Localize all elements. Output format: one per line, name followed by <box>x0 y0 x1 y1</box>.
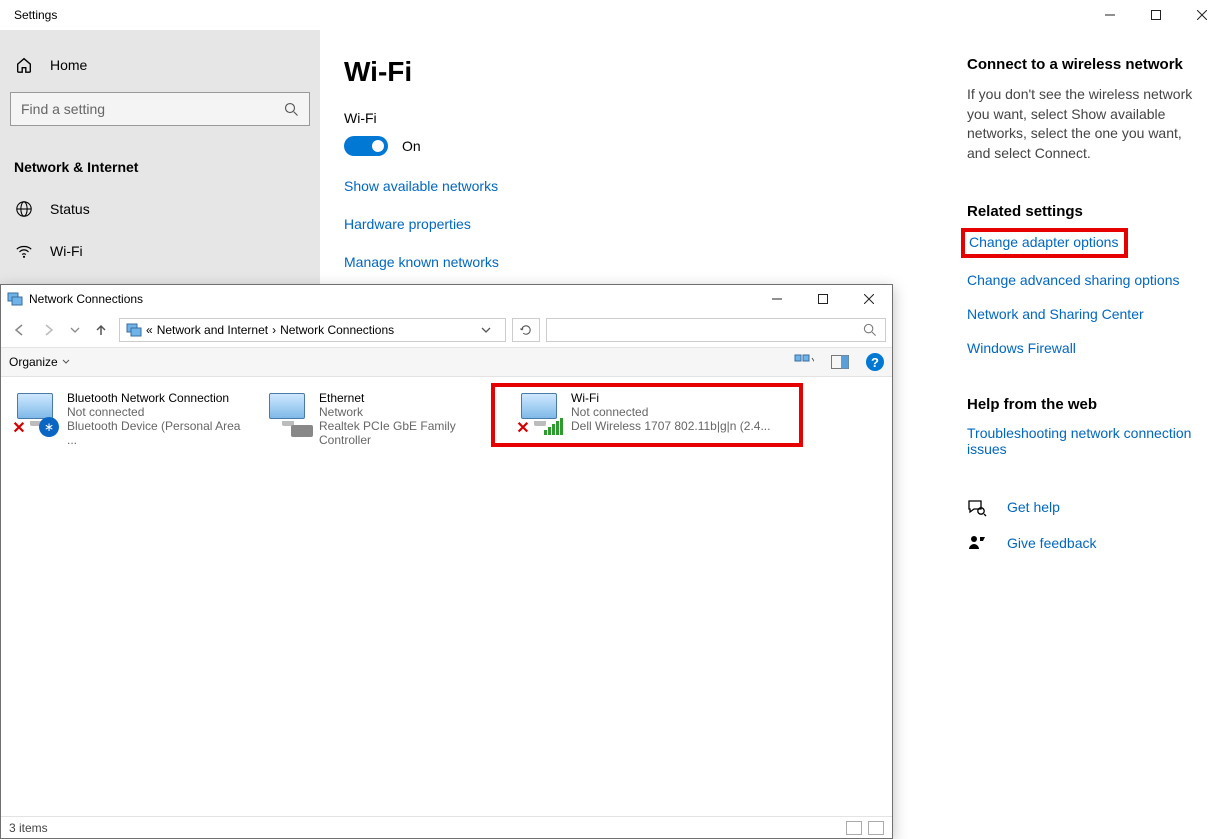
change-adapter-link[interactable]: Change adapter options <box>969 234 1118 250</box>
get-help-link[interactable]: Get help <box>1007 499 1060 515</box>
troubleshoot-link[interactable]: Troubleshooting network connection issue… <box>967 425 1209 457</box>
related-heading: Related settings <box>967 203 1209 220</box>
explorer-close-button[interactable] <box>846 285 892 313</box>
feedback-icon <box>967 533 987 553</box>
connection-device: Realtek PCIe GbE Family Controller <box>319 419 505 447</box>
explorer-app-icon <box>7 291 23 307</box>
manage-known-networks-link[interactable]: Manage known networks <box>344 254 967 270</box>
explorer-search-input[interactable] <box>546 318 886 342</box>
minimize-button[interactable] <box>1087 0 1133 30</box>
connection-name: Wi-Fi <box>571 391 770 405</box>
connection-device: Dell Wireless 1707 802.11b|g|n (2.4... <box>571 419 770 433</box>
large-icons-view-button[interactable] <box>868 821 884 835</box>
home-nav[interactable]: Home <box>0 44 320 86</box>
explorer-title-bar: Network Connections <box>1 285 892 313</box>
settings-title: Settings <box>14 8 57 22</box>
breadcrumb[interactable]: « Network and Internet › Network Connect… <box>119 318 506 342</box>
ethernet-connection-icon <box>263 391 313 437</box>
connection-name: Bluetooth Network Connection <box>67 391 253 405</box>
recent-dropdown[interactable] <box>67 318 83 342</box>
connection-item-ethernet[interactable]: Ethernet Network Realtek PCIe GbE Family… <box>259 387 509 451</box>
category-heading: Network & Internet <box>0 146 320 188</box>
explorer-body: ✕ ∗ Bluetooth Network Connection Not con… <box>1 377 892 816</box>
sidebar-item-wifi[interactable]: Wi-Fi <box>0 230 320 272</box>
explorer-status-bar: 3 items <box>1 816 892 838</box>
sidebar-item-label: Wi-Fi <box>50 243 83 259</box>
item-count: 3 items <box>9 821 48 835</box>
connection-device: Bluetooth Device (Personal Area ... <box>67 419 253 447</box>
preview-pane-button[interactable] <box>830 354 850 370</box>
firewall-link[interactable]: Windows Firewall <box>967 340 1209 356</box>
view-options-button[interactable] <box>794 354 814 370</box>
connection-status: Not connected <box>571 405 770 419</box>
get-help-icon <box>967 497 987 517</box>
explorer-maximize-button[interactable] <box>800 285 846 313</box>
wifi-toggle[interactable] <box>344 136 388 156</box>
wifi-label: Wi-Fi <box>344 110 967 126</box>
organize-label: Organize <box>9 355 58 369</box>
refresh-button[interactable] <box>512 318 540 342</box>
organize-menu[interactable]: Organize <box>9 355 70 369</box>
sidebar-item-label: Status <box>50 201 90 217</box>
wifi-toggle-state: On <box>402 138 421 154</box>
help-heading: Help from the web <box>967 396 1209 413</box>
connect-text: If you don't see the wireless network yo… <box>967 85 1209 163</box>
breadcrumb-item[interactable]: Network Connections <box>280 323 394 337</box>
page-title: Wi-Fi <box>344 56 967 88</box>
search-input[interactable]: Find a setting <box>10 92 310 126</box>
explorer-breadcrumb-icon <box>126 322 142 338</box>
search-icon <box>863 323 877 337</box>
search-icon <box>284 102 299 117</box>
explorer-title: Network Connections <box>29 292 143 306</box>
breadcrumb-item[interactable]: Network and Internet <box>157 323 268 337</box>
wifi-connection-icon: ✕ <box>515 391 565 437</box>
connection-item-bluetooth[interactable]: ✕ ∗ Bluetooth Network Connection Not con… <box>7 387 257 451</box>
give-feedback-link[interactable]: Give feedback <box>1007 535 1097 551</box>
home-icon <box>14 56 34 74</box>
connection-item-wifi[interactable]: ✕ Wi-Fi Not connected Dell Wireless 1707… <box>511 387 801 441</box>
settings-title-bar: Settings <box>0 0 1225 30</box>
address-dropdown[interactable] <box>481 325 499 335</box>
wifi-icon <box>14 242 34 260</box>
details-view-button[interactable] <box>846 821 862 835</box>
connect-heading: Connect to a wireless network <box>967 56 1209 73</box>
up-button[interactable] <box>89 318 113 342</box>
network-connections-window: Network Connections « Network and Intern… <box>0 284 893 839</box>
explorer-nav-bar: « Network and Internet › Network Connect… <box>1 313 892 347</box>
bluetooth-connection-icon: ✕ ∗ <box>11 391 61 437</box>
search-placeholder: Find a setting <box>21 101 105 117</box>
globe-icon <box>14 200 34 218</box>
connection-name: Ethernet <box>319 391 505 405</box>
connection-status: Network <box>319 405 505 419</box>
show-networks-link[interactable]: Show available networks <box>344 178 967 194</box>
breadcrumb-chevron-icon: › <box>272 323 276 337</box>
close-button[interactable] <box>1179 0 1225 30</box>
help-icon[interactable]: ? <box>866 353 884 371</box>
maximize-button[interactable] <box>1133 0 1179 30</box>
sharing-center-link[interactable]: Network and Sharing Center <box>967 306 1209 322</box>
connection-status: Not connected <box>67 405 253 419</box>
annotation-adapter-highlight: Change adapter options <box>961 228 1128 258</box>
hardware-properties-link[interactable]: Hardware properties <box>344 216 967 232</box>
advanced-sharing-link[interactable]: Change advanced sharing options <box>967 272 1209 288</box>
explorer-toolbar: Organize ? <box>1 347 892 377</box>
sidebar-item-status[interactable]: Status <box>0 188 320 230</box>
breadcrumb-prefix: « <box>146 323 153 337</box>
back-button[interactable] <box>7 318 31 342</box>
settings-aside: Connect to a wireless network If you don… <box>967 56 1225 839</box>
explorer-minimize-button[interactable] <box>754 285 800 313</box>
home-label: Home <box>50 57 87 73</box>
forward-button[interactable] <box>37 318 61 342</box>
